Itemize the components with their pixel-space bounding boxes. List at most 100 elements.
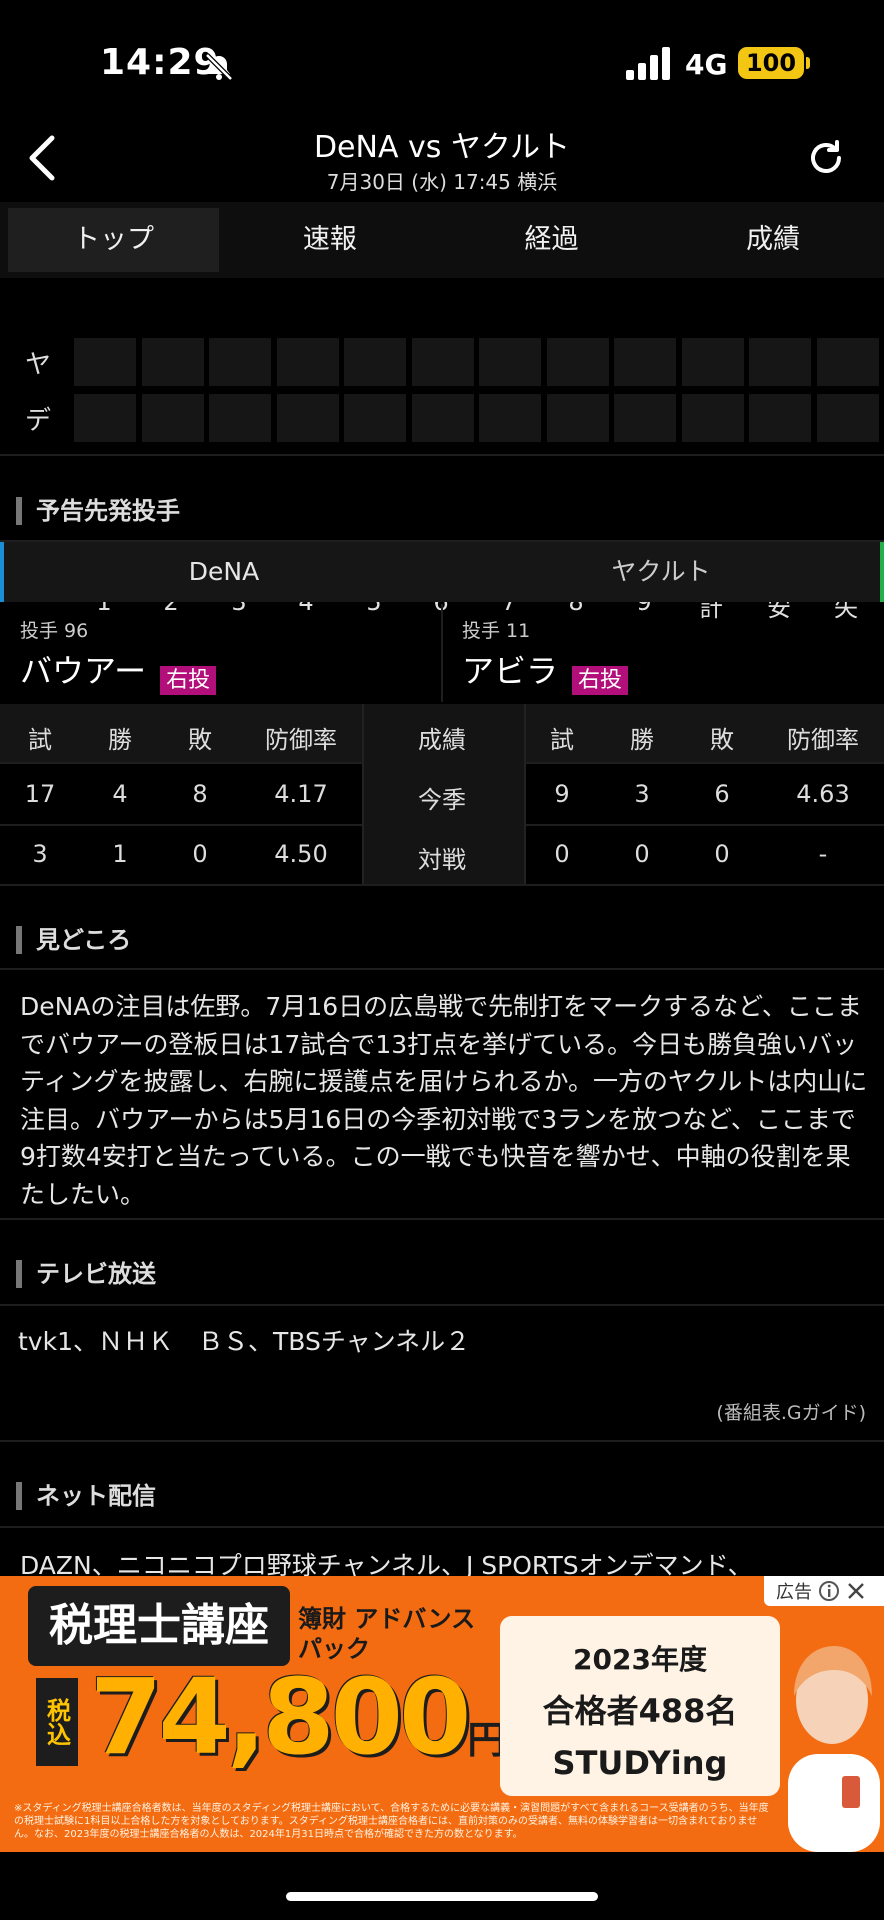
stat-cell: 4.17: [274, 780, 328, 808]
pitcher-home-card: 投手 96 バウアー 右投: [0, 604, 440, 702]
stat-cell: 0: [634, 840, 650, 868]
score-cell: [411, 338, 474, 386]
ad-close-icon[interactable]: [846, 1581, 866, 1601]
stat-cell: 1: [112, 840, 128, 868]
pitcher-home-team: DeNA: [0, 542, 444, 602]
tab-progress[interactable]: 経過: [441, 202, 663, 278]
ad-info-icon[interactable]: [818, 1580, 840, 1602]
stat-cell: 0: [192, 840, 208, 868]
tv-source: (番組表.Gガイド): [716, 1402, 866, 1424]
stat-cell: 0: [714, 840, 730, 868]
home-indicator: [286, 1892, 598, 1901]
score-cell: [141, 394, 204, 442]
score-cell: [546, 338, 609, 386]
stat-cell: 4.63: [796, 780, 850, 808]
highlights-text: DeNAの注目は佐野。7月16日の広島戦で先制打をマークするなど、ここまでバウア…: [20, 992, 868, 1209]
score-cell: [614, 394, 676, 442]
ad-course: 税理士講座: [49, 1600, 269, 1651]
stat-row-label: 今季: [418, 786, 466, 814]
score-cell: [816, 394, 879, 442]
ad-price-row: 74,800円: [90, 1656, 505, 1778]
score-cell: [344, 394, 406, 442]
stat-cell: 3: [634, 780, 650, 808]
score-cell: [74, 338, 136, 386]
stats-header-losses: 敗: [188, 726, 212, 754]
pitcher-home-number: 投手 96: [20, 620, 89, 642]
stats-header-era: 防御率: [265, 726, 337, 754]
stats-header-games-away: 試: [550, 726, 574, 754]
tab-bar: トップ 速報 経過 成績: [0, 202, 884, 278]
tab-top[interactable]: トップ: [8, 208, 219, 272]
stats-header-wins: 勝: [108, 726, 132, 754]
divider: [0, 1440, 884, 1442]
stats-header-wins-away: 勝: [630, 726, 654, 754]
pitcher-away-number: 投手 11: [462, 620, 531, 642]
ad-fine-print: ※スタディング税理士講座合格者数は、当年度のスタディング税理士講座において、合格…: [14, 1803, 769, 1840]
score-cell: [546, 394, 609, 442]
section-header-pitchers: 予告先発投手: [16, 497, 180, 525]
section-header-net: ネット配信: [16, 1482, 156, 1510]
divider: [0, 1526, 884, 1528]
pitcher-away-team: ヤクルト: [442, 542, 884, 602]
score-cell: [614, 338, 676, 386]
pitcher-home-name: バウアー: [20, 652, 147, 690]
bell-slash-icon: [205, 53, 233, 81]
divider: [0, 968, 884, 970]
score-cell: [344, 338, 406, 386]
score-cell: [479, 394, 541, 442]
pitcher-away-hand-badge: 右投: [572, 665, 629, 695]
signal-icon: [626, 47, 670, 80]
stat-cell: 8: [192, 780, 208, 808]
stats-header-games: 試: [28, 726, 52, 754]
network-type: 4G: [685, 48, 728, 81]
score-cell: [479, 338, 541, 386]
stat-cell: -: [818, 840, 828, 868]
stats-header-losses-away: 敗: [710, 726, 734, 754]
score-cell: [74, 394, 136, 442]
scoreboard-team-home: デ: [24, 406, 51, 436]
ad-passers: 合格者488名: [542, 1692, 738, 1730]
ad-banner[interactable]: 広告 税理士講座 簿財 アドバンスパック 税込 74,800円 2023年度 合…: [0, 1576, 884, 1852]
score-cell: [816, 338, 879, 386]
tv-channels: tvk1、ＮＨＫ ＢＳ、TBSチャンネル２: [18, 1327, 471, 1356]
score-cell: [276, 394, 339, 442]
score-cell: [749, 338, 811, 386]
stats-header-center: 成績: [418, 726, 466, 754]
scoreboard-team-away: ヤ: [24, 350, 51, 380]
stats-header-era-away: 防御率: [787, 726, 859, 754]
stat-cell: 0: [554, 840, 570, 868]
ad-brand: STUDYing: [552, 1744, 728, 1782]
tab-stats[interactable]: 成績: [662, 202, 884, 278]
section-header-tv: テレビ放送: [16, 1260, 156, 1288]
stat-row-label: 対戦: [418, 846, 466, 874]
stat-cell: 4.50: [274, 840, 328, 868]
ad-pack: 簿財 アドバンスパック: [298, 1605, 476, 1663]
tab-live[interactable]: 速報: [219, 202, 441, 278]
stat-cell: 6: [714, 780, 730, 808]
ad-year: 2023年度: [573, 1643, 707, 1676]
pitcher-away-name: アビラ: [462, 652, 559, 690]
ad-price: 74,800: [90, 1656, 471, 1778]
pitcher-home-hand-badge: 右投: [160, 665, 217, 695]
stat-cell: 3: [32, 840, 48, 868]
battery-icon: 100: [738, 47, 804, 79]
refresh-icon[interactable]: [806, 138, 846, 178]
score-cell: [681, 338, 744, 386]
divider: [0, 884, 884, 886]
score-cell: [209, 338, 271, 386]
divider: [0, 1218, 884, 1220]
score-cell: [681, 394, 744, 442]
status-time: 14:29: [100, 42, 220, 83]
stat-cell: 17: [24, 780, 56, 808]
score-cell: [141, 338, 204, 386]
score-cell: [411, 394, 474, 442]
pitcher-home-name-row: バウアー 右投: [20, 646, 217, 695]
divider: [0, 1304, 884, 1306]
score-cell: [276, 338, 339, 386]
page-title: DeNA vs ヤクルト: [313, 130, 571, 165]
ad-course-box: 税理士講座: [28, 1586, 290, 1666]
divider: [0, 454, 884, 456]
ad-illustration-woman: [788, 1646, 880, 1852]
pitcher-away-name-row: アビラ 右投: [462, 646, 629, 695]
ad-label: 広告: [776, 1582, 812, 1603]
